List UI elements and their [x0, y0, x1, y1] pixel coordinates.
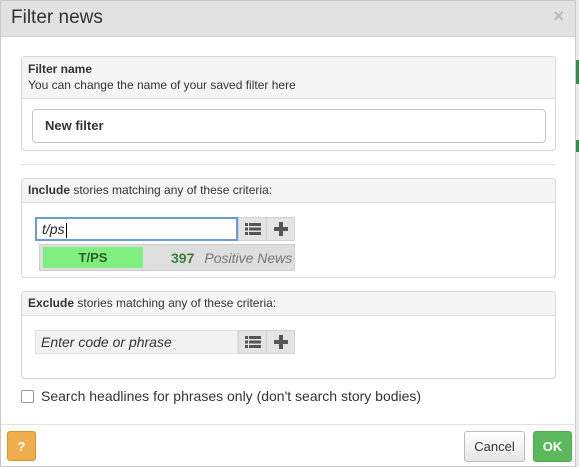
exclude-button-group	[238, 330, 295, 354]
dialog-header: Filter news ×	[1, 1, 575, 37]
headlines-only-label[interactable]: Search headlines for phrases only (don't…	[41, 388, 421, 404]
include-input-value: t/ps	[42, 221, 65, 237]
list-icon[interactable]	[239, 218, 267, 240]
include-criteria-input[interactable]: t/ps	[35, 217, 238, 241]
headlines-only-checkbox[interactable]	[21, 389, 34, 403]
suggestion-count: 397	[171, 249, 195, 266]
exclude-criteria-input[interactable]: Enter code or phrase	[35, 330, 238, 354]
text-caret	[65, 222, 67, 238]
plus-icon[interactable]	[267, 331, 294, 353]
filter-name-heading: Filter name	[28, 62, 93, 76]
suggestion-code: T/PS	[43, 247, 143, 268]
headlines-only-option: Search headlines for phrases only (don't…	[21, 387, 421, 405]
divider	[21, 277, 556, 278]
filter-name-header: Filter name You can change the name of y…	[22, 57, 555, 99]
suggestion-description: Positive News	[204, 249, 293, 266]
exclude-panel: Exclude stories matching any of these cr…	[21, 291, 556, 379]
include-header: Include stories matching any of these cr…	[22, 179, 555, 203]
filter-name-input[interactable]: New filter	[32, 109, 546, 143]
divider	[21, 164, 556, 165]
exclude-header: Exclude stories matching any of these cr…	[22, 292, 555, 316]
help-button[interactable]: ?	[7, 431, 36, 461]
filter-name-panel: Filter name You can change the name of y…	[21, 56, 556, 151]
autocomplete-suggestion[interactable]: T/PS 397 Positive News	[39, 244, 295, 271]
exclude-heading-text: stories matching any of these criteria:	[74, 296, 277, 310]
filter-name-hint: You can change the name of your saved fi…	[28, 78, 296, 92]
ok-button[interactable]: OK	[533, 431, 572, 462]
close-icon[interactable]: ×	[553, 6, 564, 27]
filter-news-dialog: Filter news × Filter name You can change…	[0, 0, 577, 467]
include-heading-bold: Include	[28, 183, 71, 197]
include-button-group	[238, 217, 295, 241]
footer-divider	[1, 424, 577, 425]
dialog-title: Filter news	[11, 7, 103, 28]
include-heading-text: stories matching any of these criteria:	[70, 183, 273, 197]
cancel-button[interactable]: Cancel	[464, 431, 525, 462]
include-panel: Include stories matching any of these cr…	[21, 178, 556, 278]
exclude-heading-bold: Exclude	[28, 296, 75, 310]
list-icon[interactable]	[239, 331, 267, 353]
plus-icon[interactable]	[267, 218, 294, 240]
